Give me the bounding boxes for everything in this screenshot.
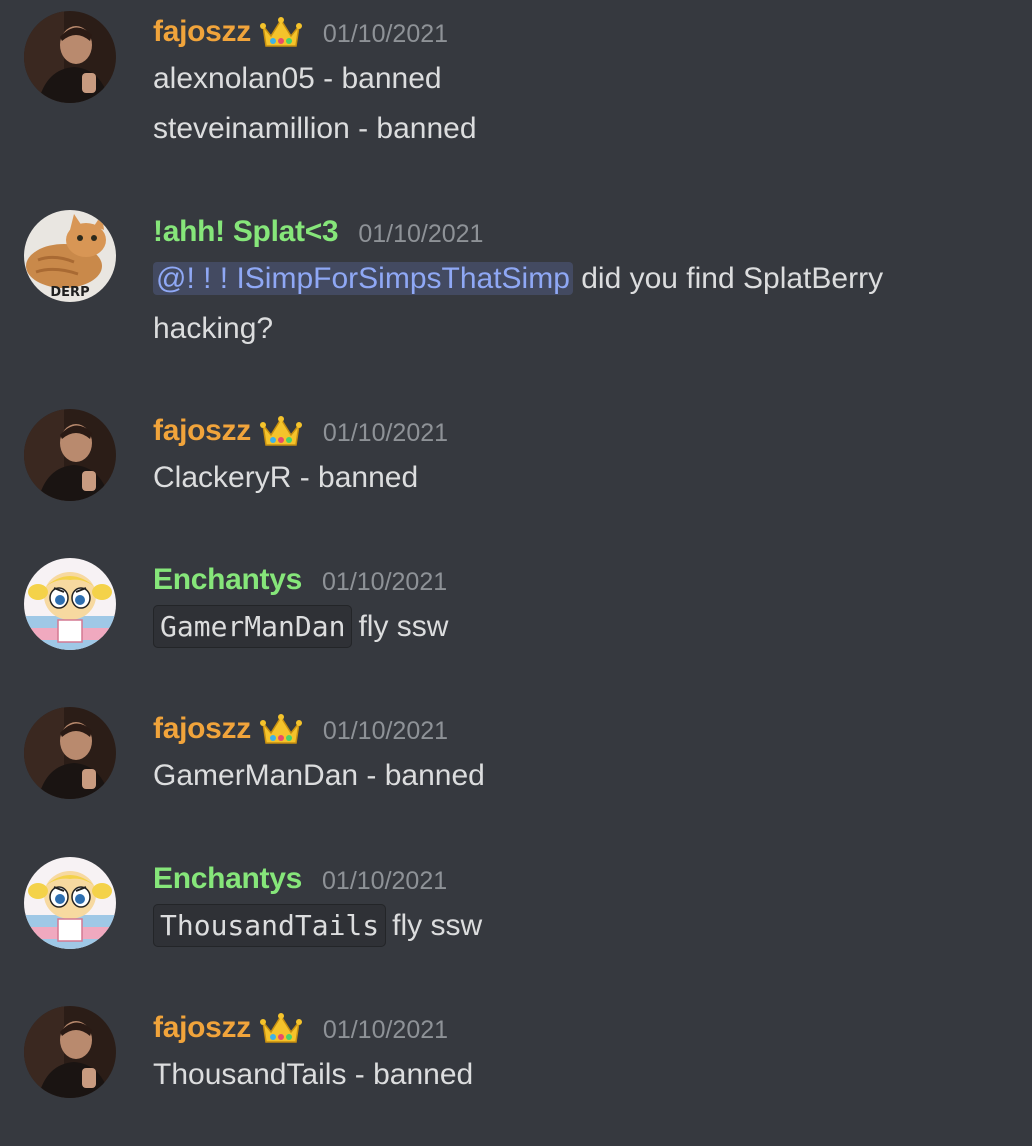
author-name[interactable]: Enchantys — [153, 563, 302, 597]
chat-message-list: fajoszz 01/10/2021 alexnolan05 - banned … — [0, 0, 1032, 1146]
message-text-body: fly ssw — [358, 610, 449, 643]
timestamp[interactable]: 01/10/2021 — [323, 1016, 448, 1045]
timestamp[interactable]: 01/10/2021 — [322, 568, 447, 597]
message-text: GamerManDan fly ssw — [153, 602, 992, 652]
message-text: ClackeryR - banned — [153, 461, 419, 494]
inline-code: GamerManDan — [153, 605, 353, 648]
message-text: steveinamillion - banned — [153, 112, 477, 145]
message-text: ThousandTails - banned — [153, 1058, 474, 1091]
avatar[interactable]: DERP — [24, 210, 116, 302]
avatar[interactable] — [24, 11, 116, 103]
author-name[interactable]: !ahh! Splat<3 — [153, 215, 339, 249]
timestamp[interactable]: 01/10/2021 — [322, 867, 447, 896]
message-text: ThousandTails fly ssw — [153, 901, 992, 951]
message-text: @! ! ! ISimpForSimpsThatSimp did you fin… — [153, 254, 992, 354]
timestamp[interactable]: 01/10/2021 — [323, 20, 448, 49]
author-name[interactable]: Enchantys — [153, 862, 302, 896]
timestamp[interactable]: 01/10/2021 — [323, 717, 448, 746]
message-text: GamerManDan - banned — [153, 759, 485, 792]
timestamp[interactable]: 01/10/2021 — [323, 419, 448, 448]
author-name[interactable]: fajoszz — [153, 414, 251, 448]
author-name[interactable]: fajoszz — [153, 15, 251, 49]
author-name[interactable]: fajoszz — [153, 1011, 251, 1045]
inline-code: ThousandTails — [153, 904, 387, 947]
message-text: alexnolan05 - banned — [153, 62, 442, 95]
crown-icon — [259, 1010, 303, 1046]
avatar[interactable] — [24, 857, 116, 949]
avatar-label: DERP — [50, 285, 89, 300]
crown-icon — [259, 413, 303, 449]
avatar[interactable] — [24, 409, 116, 501]
crown-icon — [259, 711, 303, 747]
author-name[interactable]: fajoszz — [153, 712, 251, 746]
timestamp[interactable]: 01/10/2021 — [358, 220, 483, 249]
crown-icon — [259, 14, 303, 50]
avatar[interactable] — [24, 558, 116, 650]
avatar[interactable] — [24, 707, 116, 799]
message-text-body: fly ssw — [392, 909, 483, 942]
user-mention[interactable]: @! ! ! ISimpForSimpsThatSimp — [153, 262, 573, 295]
avatar[interactable] — [24, 1006, 116, 1098]
